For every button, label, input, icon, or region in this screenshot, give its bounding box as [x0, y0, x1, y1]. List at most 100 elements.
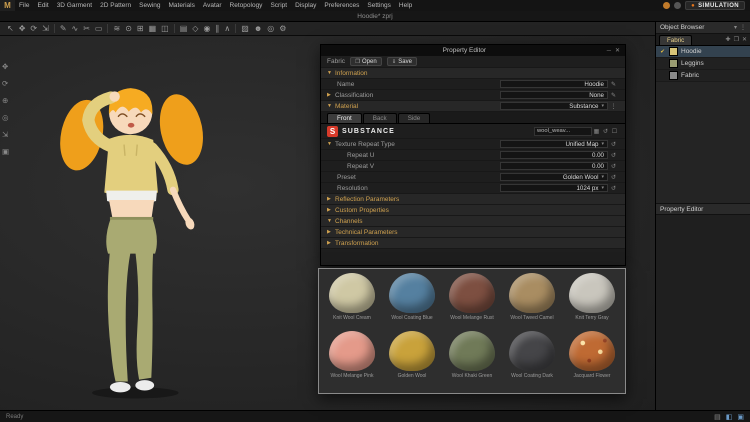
information-section-header[interactable]: ▼ Information	[321, 68, 625, 79]
technical-parameters-header[interactable]: ▶ Technical Parameters	[321, 227, 625, 238]
move-icon[interactable]: ✥	[19, 24, 26, 33]
panel-icon[interactable]: ▣	[737, 413, 744, 421]
substance-file-field[interactable]: wool_weav...	[534, 126, 592, 136]
gizmo-icon[interactable]: ⇲	[2, 130, 9, 139]
reset-icon[interactable]: ↺	[608, 185, 619, 192]
delete-fabric-icon[interactable]: ✕	[742, 36, 747, 43]
menu-help[interactable]: Help	[395, 0, 416, 11]
reset-icon[interactable]: ↺	[608, 174, 619, 181]
menu-retopology[interactable]: Retopology	[226, 0, 267, 11]
fabric-list-item-leggins[interactable]: Leggins	[656, 58, 750, 70]
menu-preferences[interactable]: Preferences	[320, 0, 363, 11]
preset-thumbnail[interactable]: Wool Khaki Green	[442, 331, 502, 389]
resolution-dropdown[interactable]: 1024 px ▾	[500, 183, 608, 193]
preset-dropdown[interactable]: Golden Wool ▾	[500, 172, 608, 182]
texture-repeat-type-dropdown[interactable]: Unified Map ▾	[500, 139, 608, 149]
menu-2d-pattern[interactable]: 2D Pattern	[96, 0, 135, 11]
zoom-icon[interactable]: ⊕	[2, 96, 9, 105]
pattern-icon[interactable]: ▦	[149, 24, 157, 33]
menu-sewing[interactable]: Sewing	[135, 0, 164, 11]
tab-fabric[interactable]: Fabric	[659, 35, 693, 45]
curve-icon[interactable]: ∿	[72, 24, 79, 33]
reset-icon[interactable]: ↺	[608, 163, 619, 170]
account-avatar-icon[interactable]	[663, 2, 671, 9]
reset-icon[interactable]: ↺	[608, 141, 619, 148]
grid-icon[interactable]: ⊞	[137, 24, 144, 33]
mirror-icon[interactable]: ◫	[161, 24, 169, 33]
tape-icon[interactable]: ▭	[95, 24, 103, 33]
open-button[interactable]: ❐ Open	[350, 57, 382, 66]
scissors-icon[interactable]: ✂	[83, 24, 90, 33]
caret-down-icon[interactable]: ▼	[327, 141, 335, 147]
preset-thumbnail[interactable]: Jacquard Flower	[562, 331, 622, 389]
preset-thumbnail[interactable]: Knit Terry Gray	[562, 273, 622, 331]
image-icon[interactable]: ▦	[592, 128, 601, 135]
close-icon[interactable]: ✕	[615, 47, 620, 54]
home-icon[interactable]: ▣	[2, 147, 9, 156]
simulation-button[interactable]: ● SIMULATION	[685, 1, 745, 10]
reflection-parameters-header[interactable]: ▶ Reflection Parameters	[321, 194, 625, 205]
custom-properties-header[interactable]: ▶ Custom Properties	[321, 205, 625, 216]
menu-script[interactable]: Script	[266, 0, 291, 11]
edit-pencil-icon[interactable]: ✎	[608, 81, 619, 88]
rotate-icon[interactable]: ⟳	[30, 24, 37, 33]
tab-side[interactable]: Side	[397, 113, 431, 123]
dart-icon[interactable]: ◇	[192, 24, 198, 33]
cloud-status-icon[interactable]	[674, 2, 682, 9]
button-icon[interactable]: ◉	[203, 24, 210, 33]
orbit-icon[interactable]: ⟳	[2, 79, 9, 88]
menu-3d-garment[interactable]: 3D Garment	[53, 0, 96, 11]
duplicate-fabric-icon[interactable]: ❐	[734, 36, 739, 43]
pan-icon[interactable]: ✥	[2, 62, 9, 71]
preset-thumbnail[interactable]: Knit Wool Cream	[322, 273, 382, 331]
sidebar-property-editor-header[interactable]: Property Editor	[656, 203, 750, 215]
focus-icon[interactable]: ◎	[2, 113, 9, 122]
preset-thumbnail[interactable]: Wool Tweed Camel	[502, 273, 562, 331]
grid-view-icon[interactable]: ▤	[714, 413, 721, 421]
fabric-list-item-fabric[interactable]: Fabric	[656, 70, 750, 82]
minimize-icon[interactable]: ─	[607, 48, 611, 54]
reset-icon[interactable]: ↺	[608, 152, 619, 159]
material-section-header[interactable]: ▼ Material Substance ▾ ⋮	[321, 101, 625, 112]
edit-pencil-icon[interactable]: ✎	[608, 92, 619, 99]
preset-thumbnail[interactable]: Golden Wool	[382, 331, 442, 389]
preset-thumbnail[interactable]: Wool Melange Pink	[322, 331, 382, 389]
menu-dots-icon[interactable]: ⋮	[740, 24, 746, 31]
preset-thumbnail[interactable]: Wool Melange Rust	[442, 273, 502, 331]
pin-icon[interactable]: ⊙	[125, 24, 132, 33]
split-view-icon[interactable]: ◧	[726, 413, 733, 421]
preset-thumbnail[interactable]: Wool Coating Dark	[502, 331, 562, 389]
material-type-dropdown[interactable]: Substance ▾	[500, 101, 608, 111]
tab-back[interactable]: Back	[362, 113, 397, 123]
checkbox-icon[interactable]: ☐	[610, 128, 619, 135]
tab-front[interactable]: Front	[327, 113, 362, 123]
repeat-u-input[interactable]: 0.00	[500, 150, 608, 160]
fold-icon[interactable]: ∧	[224, 24, 230, 33]
collapse-icon[interactable]: ▾	[734, 24, 737, 31]
zipper-icon[interactable]: ∥	[215, 24, 219, 33]
fabric-list-item-hoodie[interactable]: ✔ Hoodie	[656, 46, 750, 58]
sewing-icon[interactable]: ≋	[113, 24, 120, 33]
texture-icon[interactable]: ▨	[241, 24, 249, 33]
menu-edit[interactable]: Edit	[33, 0, 52, 11]
name-input[interactable]: Hoodie	[500, 79, 608, 89]
camera-icon[interactable]: ◎	[267, 24, 274, 33]
caret-right-icon[interactable]: ▶	[327, 92, 335, 98]
select-icon[interactable]: ↖	[7, 24, 14, 33]
reload-icon[interactable]: ↺	[601, 128, 610, 135]
avatar-icon[interactable]: ☻	[254, 24, 262, 33]
menu-file[interactable]: File	[15, 0, 33, 11]
material-options-icon[interactable]: ⋮	[608, 103, 619, 110]
channels-header[interactable]: ▼ Channels	[321, 216, 625, 227]
repeat-v-input[interactable]: 0.00	[500, 161, 608, 171]
save-button[interactable]: ⇓ Save	[386, 57, 417, 66]
property-editor-header[interactable]: Property Editor ─ ✕	[321, 45, 625, 56]
menu-materials[interactable]: Materials	[165, 0, 199, 11]
measure-icon[interactable]: ▤	[180, 24, 188, 33]
preset-thumbnail[interactable]: Wool Coating Blue	[382, 273, 442, 331]
settings-icon[interactable]: ⚙	[279, 24, 286, 33]
add-fabric-icon[interactable]: ✚	[726, 36, 731, 43]
menu-settings[interactable]: Settings	[363, 0, 395, 11]
transformation-header[interactable]: ▶ Transformation	[321, 238, 625, 249]
menu-display[interactable]: Display	[291, 0, 320, 11]
